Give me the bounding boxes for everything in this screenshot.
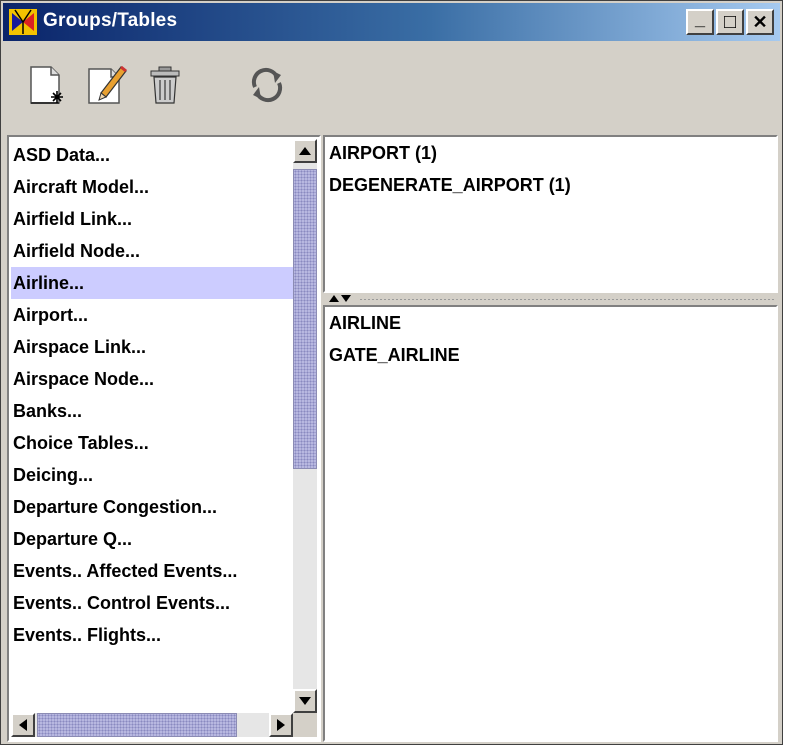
upper-table-list[interactable]: AIRPORT (1) DEGENERATE_AIRPORT (1)	[323, 135, 778, 293]
scroll-up-button[interactable]	[293, 139, 317, 163]
vertical-scrollbar[interactable]	[293, 139, 317, 713]
list-item[interactable]: AIRLINE	[325, 307, 776, 339]
list-item[interactable]: Departure Q...	[11, 523, 293, 555]
list-item[interactable]: Choice Tables...	[11, 427, 293, 459]
vertical-scroll-thumb[interactable]	[293, 169, 317, 469]
new-document-icon	[30, 66, 63, 104]
list-item[interactable]: Events.. Control Events...	[11, 587, 293, 619]
arrow-left-icon	[19, 719, 27, 731]
minimize-button[interactable]: _	[686, 9, 714, 35]
list-item[interactable]: Aircraft Model...	[11, 171, 293, 203]
list-item[interactable]: ASD Data...	[11, 139, 293, 171]
list-item[interactable]: GATE_AIRLINE	[325, 339, 776, 371]
groups-list-panel: ASD Data... Aircraft Model... Airfield L…	[7, 135, 321, 742]
minimize-icon: _	[694, 8, 705, 29]
arrow-right-icon	[277, 719, 285, 731]
maximize-button[interactable]: □	[716, 9, 744, 35]
list-item-selected[interactable]: Airline...	[11, 267, 293, 299]
list-item[interactable]: Departure Congestion...	[11, 491, 293, 523]
collapse-up-icon[interactable]	[329, 295, 339, 302]
list-item[interactable]: Deicing...	[11, 459, 293, 491]
list-item[interactable]: Airport...	[11, 299, 293, 331]
trash-icon	[150, 66, 180, 104]
scrollbar-corner	[293, 713, 317, 737]
list-item[interactable]: Airfield Link...	[11, 203, 293, 235]
list-item[interactable]: Events.. Flights...	[11, 619, 293, 651]
edit-pencil-icon	[88, 65, 127, 104]
scroll-down-button[interactable]	[293, 689, 317, 713]
arrow-up-icon	[299, 147, 311, 155]
split-pane-divider[interactable]	[323, 293, 778, 305]
new-button[interactable]	[21, 61, 69, 109]
close-icon: ✕	[752, 11, 768, 32]
list-item[interactable]: Airfield Node...	[11, 235, 293, 267]
maximize-icon: □	[723, 10, 737, 33]
list-item[interactable]: Events.. Affected Events...	[11, 555, 293, 587]
list-item[interactable]: Banks...	[11, 395, 293, 427]
list-item[interactable]: Airspace Link...	[11, 331, 293, 363]
close-button[interactable]: ✕	[746, 9, 774, 35]
arrow-down-icon	[299, 697, 311, 705]
edit-button[interactable]	[81, 61, 129, 109]
list-item[interactable]: Airspace Node...	[11, 363, 293, 395]
scroll-left-button[interactable]	[11, 713, 35, 737]
refresh-icon	[251, 67, 283, 103]
horizontal-scrollbar[interactable]	[11, 713, 293, 737]
groups-list[interactable]: ASD Data... Aircraft Model... Airfield L…	[11, 139, 293, 713]
title-bar[interactable]: Groups/Tables _ □ ✕	[3, 3, 780, 41]
divider-grip	[359, 298, 774, 301]
lower-table-list[interactable]: AIRLINE GATE_AIRLINE	[323, 305, 778, 742]
delete-button[interactable]	[141, 61, 189, 109]
groups-tables-window: Groups/Tables _ □ ✕ ASD Data... Aircraft…	[0, 0, 783, 745]
scroll-right-button[interactable]	[269, 713, 293, 737]
app-icon	[9, 9, 37, 35]
list-item[interactable]: DEGENERATE_AIRPORT (1)	[325, 169, 776, 201]
window-title: Groups/Tables	[43, 10, 178, 31]
collapse-down-icon[interactable]	[341, 295, 351, 302]
list-item[interactable]: AIRPORT (1)	[325, 137, 776, 169]
horizontal-scroll-thumb[interactable]	[37, 713, 237, 737]
refresh-button[interactable]	[243, 61, 291, 109]
toolbar	[3, 43, 780, 135]
